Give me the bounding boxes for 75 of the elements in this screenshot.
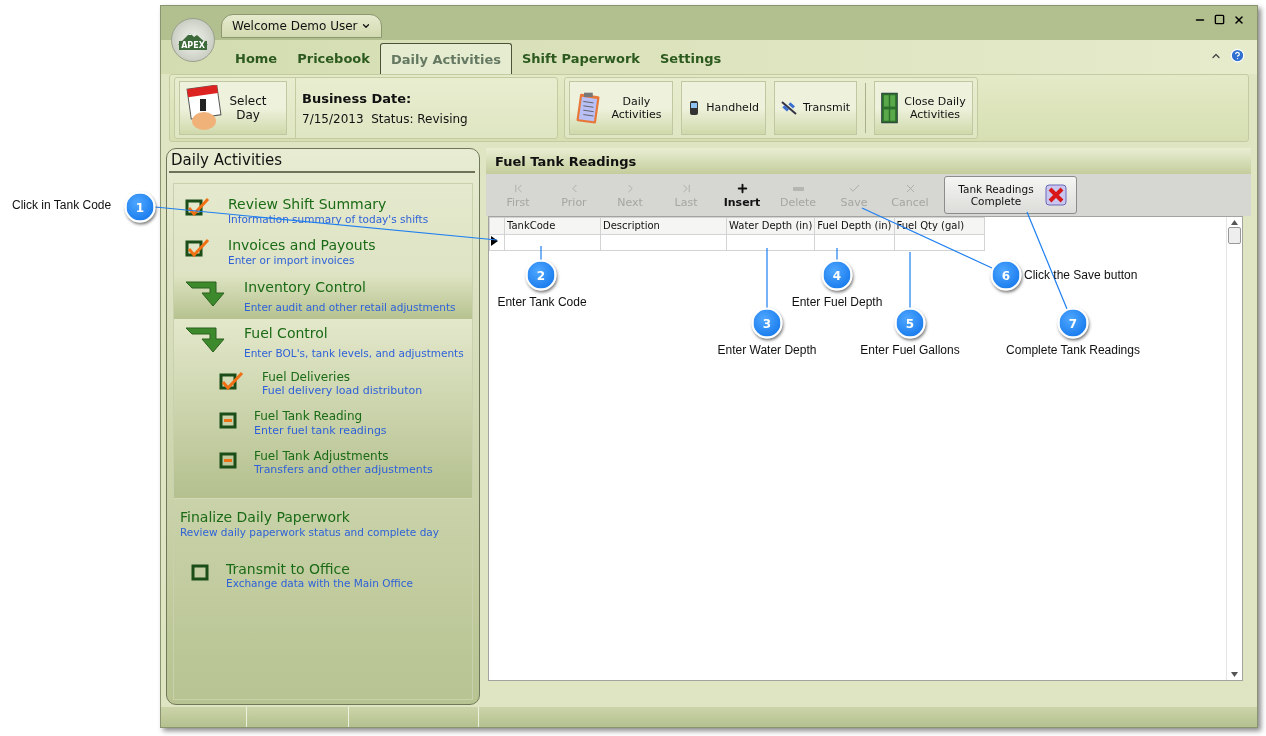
annotation-text: Click in Tank Code xyxy=(12,198,112,212)
tab[interactable]: Daily Activities xyxy=(379,43,512,74)
close-icon xyxy=(1045,184,1067,206)
annotation-text: Click the Save button xyxy=(1024,268,1138,282)
column-header: Fuel Qty (gal) xyxy=(894,217,984,235)
item-subtitle: Transfers and other adjustments xyxy=(254,463,433,477)
item-subtitle: Enter BOL's, tank levels, and adjustments xyxy=(244,346,464,360)
column-header: Description xyxy=(600,217,727,235)
item-title: Inventory Control xyxy=(244,278,367,296)
sidebar-item[interactable]: Fuel Tank Reading Enter fuel tank readings xyxy=(174,405,472,445)
ribbon-button[interactable]: Daily Activities xyxy=(569,81,674,135)
scroll-thumb[interactable] xyxy=(1228,227,1241,244)
table-cell[interactable] xyxy=(814,234,894,251)
business-date-label: Business Date: xyxy=(302,90,413,106)
sidebar-title: Daily Activities xyxy=(169,151,475,173)
section-subtitle: Review daily paperwork status and complete day xyxy=(180,526,440,539)
item-title: Fuel Deliveries xyxy=(262,369,352,384)
user-menu[interactable]: Welcome Demo User xyxy=(221,14,382,38)
handheld-icon xyxy=(688,100,701,116)
scroll-down-icon[interactable] xyxy=(1231,672,1238,677)
leader-line xyxy=(540,245,542,262)
sidebar-item[interactable]: Invoices and Payouts Enter or import invoices xyxy=(174,231,472,273)
item-title: Review Shift Summary xyxy=(228,196,388,213)
scrollbar[interactable] xyxy=(1226,217,1242,680)
tab[interactable]: Shift Paperwork xyxy=(512,43,650,74)
item-subtitle: Enter or import invoices xyxy=(228,254,356,267)
item-subtitle: Enter fuel tank readings xyxy=(254,423,387,437)
toolbar-button[interactable]: Insert xyxy=(714,181,770,209)
tab[interactable]: Pricebook xyxy=(287,43,380,74)
column-header: Water Depth (in) xyxy=(726,217,815,235)
minus-icon xyxy=(792,186,804,191)
tab[interactable]: Home xyxy=(225,43,288,74)
close-icon[interactable] xyxy=(1233,14,1245,26)
annotation-text: Enter Fuel Gallons xyxy=(860,343,960,357)
item-title: Invoices and Payouts xyxy=(228,237,376,255)
satellite-icon xyxy=(780,101,797,115)
caret-icon xyxy=(360,21,371,31)
calendar-icon xyxy=(186,85,222,131)
ribbon-button[interactable]: Handheld xyxy=(681,81,766,135)
select-day-button[interactable]: Select Day xyxy=(179,81,287,135)
item-title: Transmit to Office xyxy=(226,560,351,578)
ribbon-button[interactable]: Transmit xyxy=(773,81,858,135)
annotation-text: Complete Tank Readings xyxy=(1006,343,1140,357)
table-cell[interactable] xyxy=(726,234,815,251)
step-number: 1 xyxy=(124,191,156,223)
plus-icon xyxy=(735,181,749,195)
item-title: Fuel Tank Reading xyxy=(254,409,364,424)
tab[interactable]: Settings xyxy=(649,43,732,74)
item-subtitle: Enter audit and other retail adjustments xyxy=(244,300,456,314)
complete-button[interactable]: Tank Readings Complete xyxy=(944,176,1077,214)
item-subtitle: Fuel delivery load distributon xyxy=(262,383,423,398)
column-header: TankCode xyxy=(504,217,601,235)
item-title: Fuel Control xyxy=(244,325,329,342)
annotation-text: Enter Tank Code xyxy=(497,295,587,309)
table-cell[interactable] xyxy=(600,234,727,251)
business-date-value: 7/15/2013 Status: Revising xyxy=(302,111,469,126)
leader-line xyxy=(766,247,768,310)
item-subtitle: Exchange data with the Main Office xyxy=(226,577,413,591)
sidebar-item[interactable]: Fuel Deliveries Fuel delivery load distributon xyxy=(174,365,472,406)
table-cell[interactable] xyxy=(894,234,984,251)
item-title: Fuel Tank Adjustments xyxy=(254,448,390,464)
table-cell[interactable] xyxy=(504,234,601,251)
annotation-text: Enter Fuel Depth xyxy=(791,295,883,309)
leader-line xyxy=(836,247,838,262)
sidebar-item[interactable]: Fuel Tank Adjustments Transfers and other adjustments xyxy=(174,444,472,485)
column-header: Fuel Depth (in) xyxy=(814,217,894,235)
help-icon[interactable] xyxy=(1230,48,1245,63)
annotation-text: Enter Water Depth xyxy=(717,343,817,357)
section-title: Finalize Daily Paperwork xyxy=(180,509,351,527)
ribbon-button[interactable]: Close Daily Activities xyxy=(874,81,973,135)
sidebar-item[interactable]: Transmit to Office Exchange data with the Main Office xyxy=(180,554,472,597)
panel-title: Fuel Tank Readings xyxy=(486,148,1251,174)
sidebar-item[interactable]: Fuel Control Enter BOL's, tank levels, and adjustments xyxy=(174,319,472,366)
scroll-up-icon[interactable] xyxy=(1231,220,1238,225)
maximize-icon[interactable] xyxy=(1214,14,1225,25)
